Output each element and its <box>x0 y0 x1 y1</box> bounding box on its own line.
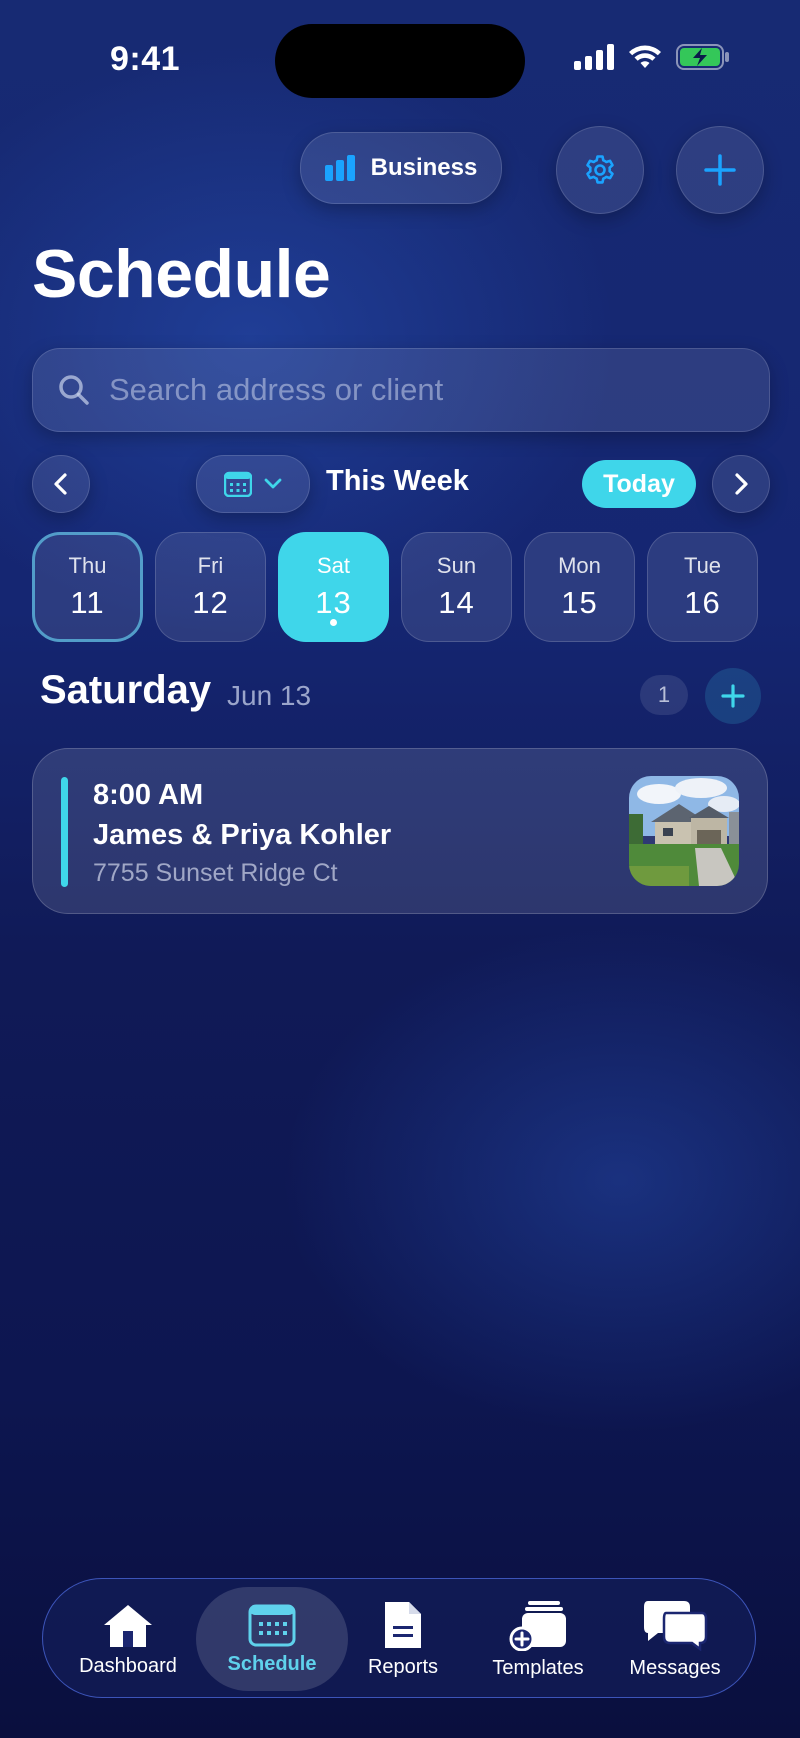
day-date: 12 <box>192 585 229 620</box>
calendar-icon <box>248 1604 296 1646</box>
section-day-title: Saturday <box>40 668 212 712</box>
status-icons <box>574 44 730 70</box>
tab-label: Reports <box>367 1655 439 1678</box>
account-label: Business <box>370 154 478 181</box>
status-time: 9:41 <box>110 40 181 78</box>
appointment-count-badge: 1 <box>640 675 688 715</box>
account-switcher-button[interactable]: Business <box>300 132 502 204</box>
day-strip: Thu 11 Fri 12 Sat 13 Sun 14 Mon 15 Tue 1… <box>32 532 758 642</box>
event-indicator-dot <box>330 619 337 626</box>
day-name: Mon <box>558 553 601 578</box>
day-date: 15 <box>561 585 598 620</box>
day-name: Sat <box>316 553 351 578</box>
day-tue[interactable]: Tue 16 <box>647 532 758 642</box>
search-icon <box>59 375 89 405</box>
templates-stack-icon <box>509 1600 566 1651</box>
tab-label: Messages <box>629 1656 721 1679</box>
tab-schedule[interactable]: Schedule <box>211 1579 333 1699</box>
day-mon[interactable]: Mon 15 <box>524 532 635 642</box>
tab-reports[interactable]: Reports <box>348 1579 458 1699</box>
calendar-picker-button[interactable] <box>196 455 310 513</box>
today-button[interactable]: Today <box>582 460 696 508</box>
plus-icon <box>704 154 736 186</box>
document-icon <box>385 1601 421 1648</box>
chevron-left-icon <box>54 473 67 495</box>
wifi-icon <box>629 45 661 68</box>
section-date: Jun 13 <box>227 680 312 711</box>
appointment-time: 8:00 AM <box>93 779 204 811</box>
tab-label: Dashboard <box>79 1654 177 1677</box>
gear-icon <box>586 155 614 184</box>
day-name: Fri <box>197 553 224 578</box>
week-label: This Week <box>326 465 469 497</box>
day-fri[interactable]: Fri 12 <box>155 532 266 642</box>
appointment-client: James & Priya Kohler <box>93 819 392 851</box>
page-title: Schedule <box>32 236 331 312</box>
calendar-icon <box>224 471 252 497</box>
appointment-card[interactable]: 8:00 AM James & Priya Kohler 7755 Sunset… <box>32 748 768 914</box>
search-placeholder: Search address or client <box>109 372 444 407</box>
appointment-address: 7755 Sunset Ridge Ct <box>93 859 338 887</box>
chevron-right-icon <box>735 473 748 495</box>
tab-label: Templates <box>492 1656 584 1679</box>
next-week-button[interactable] <box>712 455 770 513</box>
tab-bar: Dashboard Schedule Reports Templates Mes… <box>42 1578 756 1698</box>
day-thu[interactable]: Thu 11 <box>32 532 143 642</box>
add-appointment-button[interactable] <box>705 668 761 724</box>
day-name: Sun <box>436 553 477 578</box>
day-name: Tue <box>683 553 722 578</box>
house-icon <box>104 1604 152 1647</box>
day-sat[interactable]: Sat 13 <box>278 532 389 642</box>
accent-bar <box>61 777 68 887</box>
bar-chart-icon <box>324 155 355 181</box>
add-button[interactable] <box>676 126 764 214</box>
search-input[interactable]: Search address or client <box>32 348 770 432</box>
settings-button[interactable] <box>556 126 644 214</box>
day-date: 11 <box>70 585 105 620</box>
tab-label: Schedule <box>227 1652 317 1675</box>
tab-dashboard[interactable]: Dashboard <box>73 1579 183 1699</box>
day-date: 13 <box>315 585 352 620</box>
day-sun[interactable]: Sun 14 <box>401 532 512 642</box>
chevron-down-icon <box>264 478 282 489</box>
cellular-signal-icon <box>574 44 614 70</box>
previous-week-button[interactable] <box>32 455 90 513</box>
day-date: 14 <box>438 585 475 620</box>
battery-charging-icon <box>676 44 729 70</box>
dynamic-island <box>275 24 525 98</box>
tab-messages[interactable]: Messages <box>615 1579 735 1699</box>
day-name: Thu <box>68 553 107 578</box>
tab-templates[interactable]: Templates <box>473 1579 603 1699</box>
day-date: 16 <box>684 585 721 620</box>
chat-bubbles-icon <box>644 1600 708 1651</box>
plus-icon <box>721 684 745 708</box>
property-photo <box>629 776 739 886</box>
